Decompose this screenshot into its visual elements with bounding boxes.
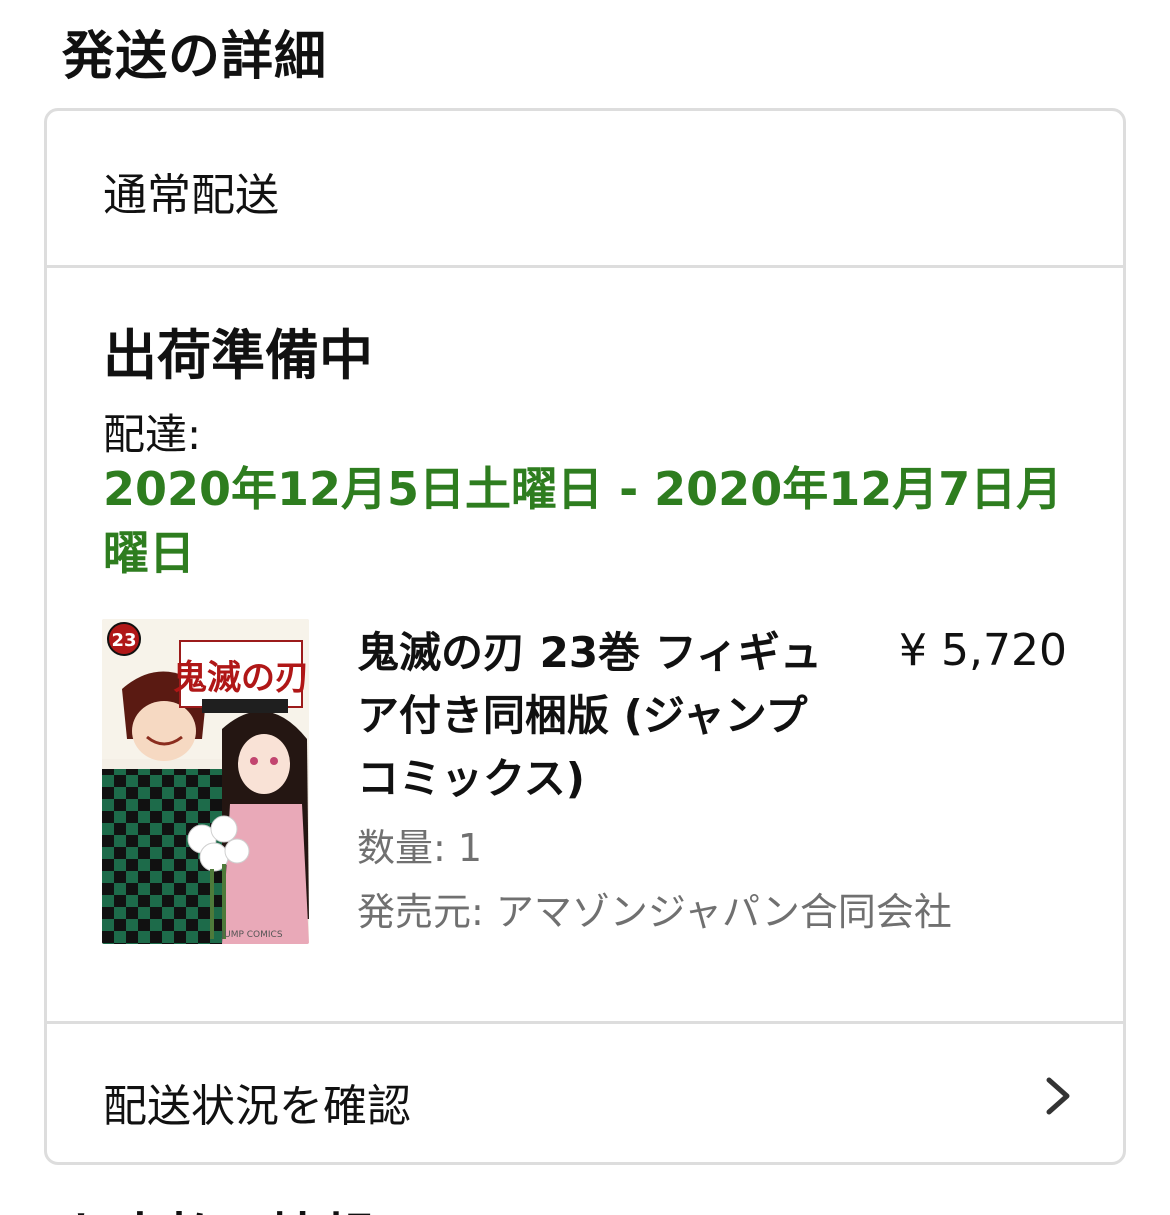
shipping-method: 通常配送	[103, 170, 279, 221]
shipment-card: 通常配送 出荷準備中 配達: 2020年12月5日土曜日 - 2020年12月7…	[44, 108, 1126, 1165]
product-title-link[interactable]: 鬼滅の刃 23巻 フィギュア付き同梱版 (ジャンプコミックス)	[357, 621, 827, 810]
seller-name: アマゾンジャパン合同会社	[495, 890, 952, 934]
svg-text:鬼滅の刃: 鬼滅の刃	[173, 658, 309, 698]
quantity-value: 1	[457, 826, 483, 870]
shipment-status: 出荷準備中	[103, 324, 373, 387]
svg-text:23: 23	[111, 630, 136, 651]
quantity-line: 数量: 1	[357, 817, 482, 872]
quantity-label: 数量:	[357, 826, 446, 870]
seller-label: 発売元:	[357, 890, 484, 934]
seller-line: 発売元: アマゾンジャパン合同会社	[357, 881, 952, 936]
payment-info-title: お支払い情報	[62, 1196, 374, 1215]
product-image[interactable]: 鬼滅の刃 23 JUMP COMICS	[102, 619, 309, 944]
shipping-method-row: 通常配送	[47, 111, 1123, 268]
delivery-label: 配達:	[103, 410, 202, 459]
delivery-date-range: 2020年12月5日土曜日 - 2020年12月7日月曜日	[103, 462, 1063, 580]
product-price: ¥ 5,720	[899, 625, 1067, 676]
track-package-label: 配送状況を確認	[103, 1081, 411, 1132]
chevron-right-icon	[1046, 1077, 1070, 1115]
shipment-details-title: 発送の詳細	[62, 27, 328, 87]
track-package-row[interactable]: 配送状況を確認	[47, 1021, 1123, 1162]
svg-text:JUMP COMICS: JUMP COMICS	[220, 930, 282, 940]
